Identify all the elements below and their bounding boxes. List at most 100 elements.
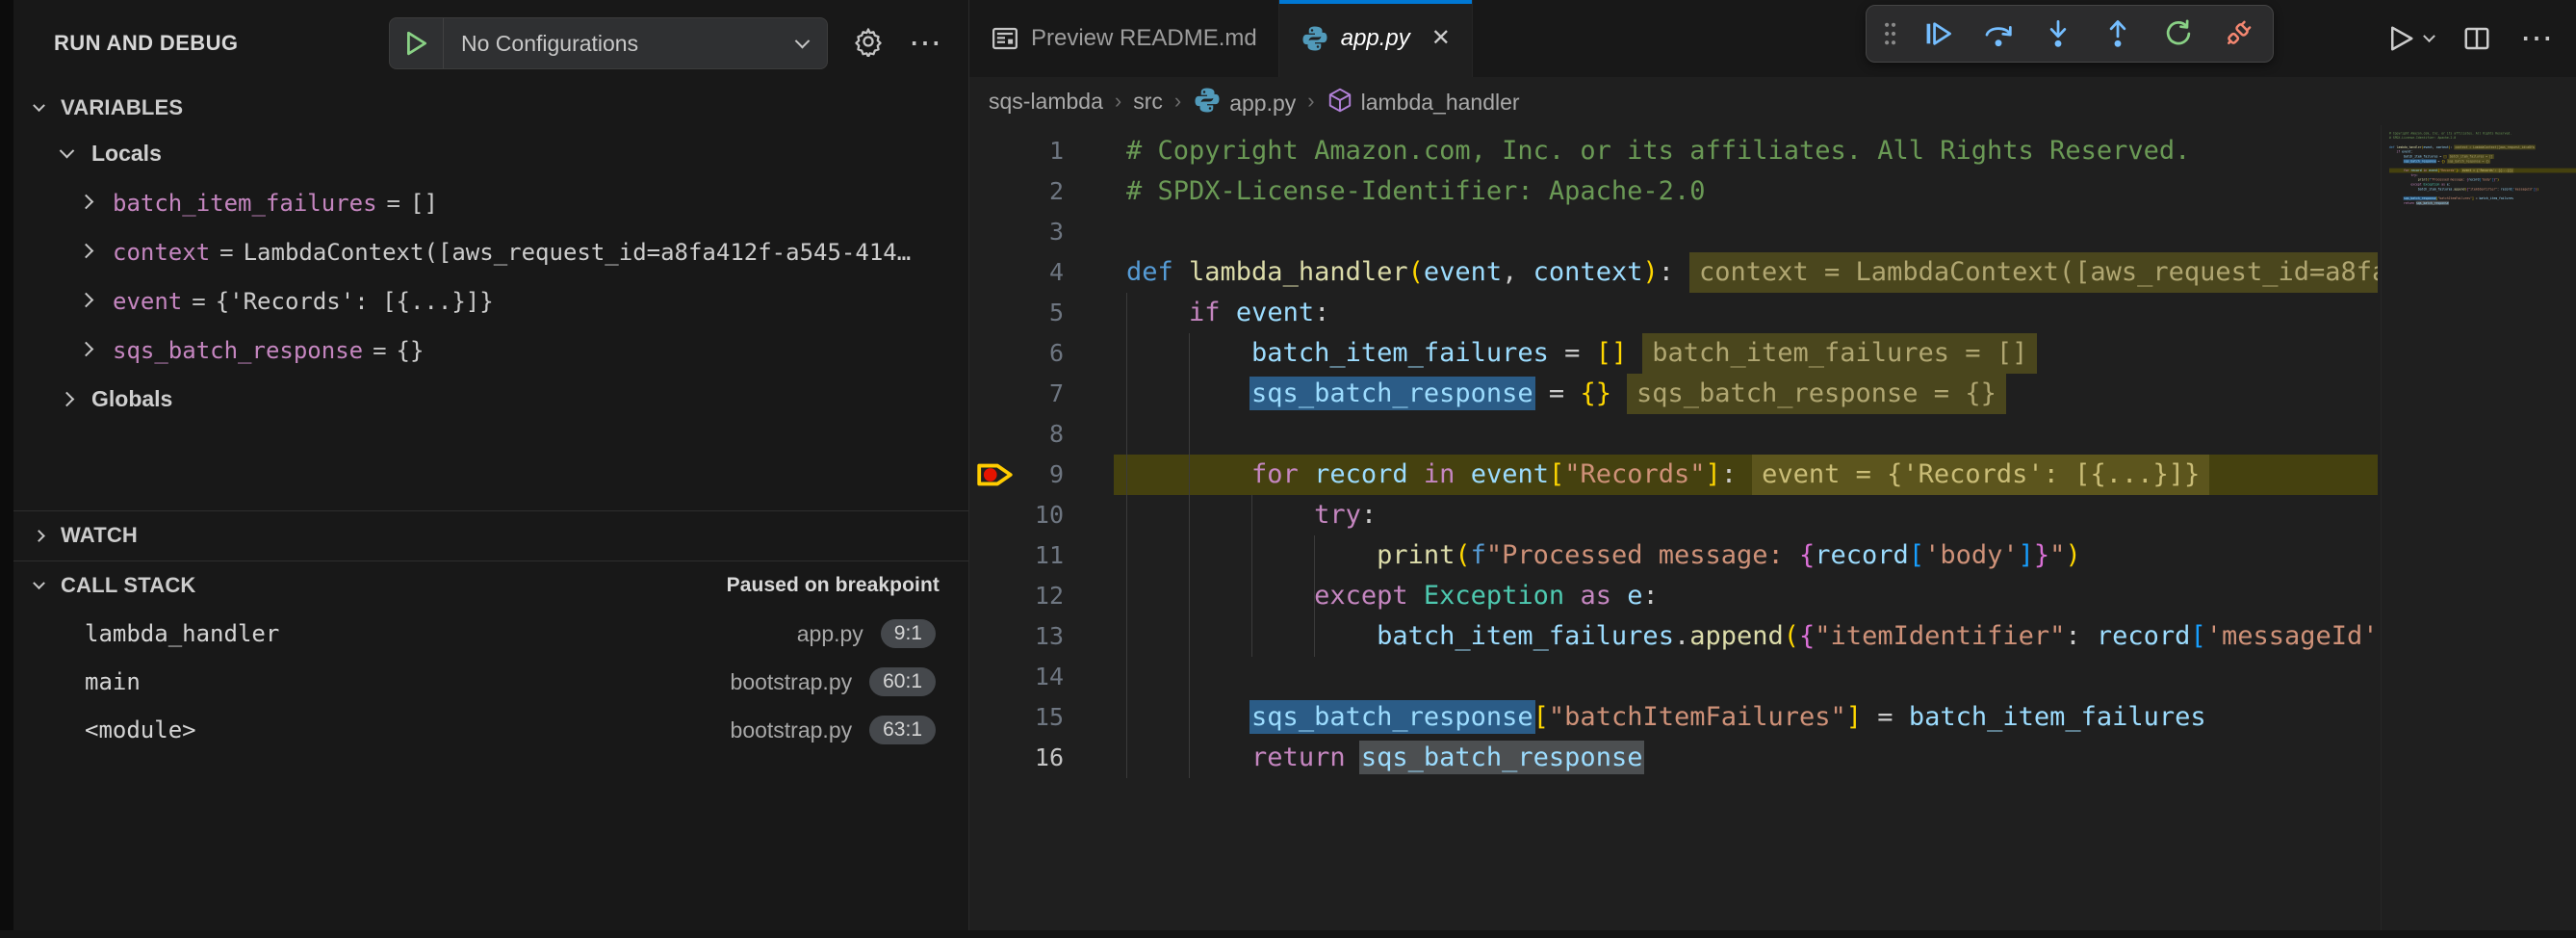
code-text[interactable]: [1114, 414, 2378, 455]
scope-globals[interactable]: Globals: [13, 375, 968, 424]
run-dropdown-chevron-icon[interactable]: [2423, 30, 2435, 42]
code-text[interactable]: print(f"Processed message: {record['body…: [1114, 535, 2378, 576]
line-number[interactable]: 9: [969, 455, 1114, 495]
line-number[interactable]: 14: [969, 657, 1114, 697]
code-text[interactable]: for record in event["Records"]:event = {…: [1114, 455, 2378, 495]
line-number[interactable]: 10: [969, 495, 1114, 535]
code-text[interactable]: except Exception as e:: [1114, 576, 2378, 616]
variable-row[interactable]: sqs_batch_response={}: [13, 326, 968, 375]
indent-guide: [1314, 535, 1315, 657]
close-icon[interactable]: ✕: [1431, 27, 1451, 50]
more-actions-icon[interactable]: ⋯: [2520, 19, 2553, 58]
window-edge-strip: [0, 0, 13, 938]
code-text[interactable]: # Copyright Amazon.com, Inc. or its affi…: [1114, 131, 2378, 171]
chevron-down-icon: [60, 143, 75, 159]
code-text[interactable]: [1114, 212, 2378, 252]
split-editor-button[interactable]: [2462, 24, 2491, 53]
more-actions-icon[interactable]: ⋯: [909, 34, 943, 53]
restart-icon[interactable]: [2159, 13, 2198, 55]
breadcrumb-item-app-py[interactable]: app.py: [1193, 86, 1296, 117]
indent-guide: [1251, 495, 1252, 657]
breadcrumb-item-src[interactable]: src: [1133, 89, 1163, 115]
breadcrumb: sqs-lambda›src› app.py› lambda_handler: [969, 77, 2576, 125]
disconnect-icon[interactable]: [2219, 13, 2257, 55]
code-line-14: 14: [969, 657, 2378, 697]
run-python-file-button[interactable]: [2386, 24, 2434, 53]
inline-debug-value: batch_item_failures = []: [1642, 333, 2037, 374]
line-number[interactable]: 12: [969, 576, 1114, 616]
step-into-icon[interactable]: [2039, 13, 2077, 55]
code-text[interactable]: [1114, 657, 2378, 697]
line-number[interactable]: 5: [969, 293, 1114, 333]
line-number[interactable]: 7: [969, 374, 1114, 414]
call-stack-frame[interactable]: mainbootstrap.py60:1: [13, 658, 968, 706]
line-number[interactable]: 2: [969, 171, 1114, 212]
code-line-12: 12 except Exception as e:: [969, 576, 2378, 616]
call-stack-frame[interactable]: <module>bootstrap.py63:1: [13, 706, 968, 754]
sidebar-header: RUN AND DEBUG No Configurations ⋯: [13, 0, 968, 87]
indent-guide: [1189, 333, 1190, 778]
continue-icon[interactable]: [1919, 13, 1957, 55]
frame-location-badge: 63:1: [869, 716, 936, 744]
code-text[interactable]: try:: [1114, 495, 2378, 535]
variables-section-header[interactable]: VARIABLES: [13, 87, 968, 129]
line-number[interactable]: 3: [969, 212, 1114, 252]
code-text[interactable]: if event:: [1114, 293, 2378, 333]
code-line-2: 2# SPDX-License-Identifier: Apache-2.0: [969, 171, 2378, 212]
code-line-1: 1# Copyright Amazon.com, Inc. or its aff…: [969, 131, 2378, 171]
variable-row[interactable]: context=LambdaContext([aws_request_id=a8…: [13, 227, 968, 276]
variable-row[interactable]: event={'Records': [{...}]}: [13, 276, 968, 326]
step-out-icon[interactable]: [2099, 13, 2137, 55]
code-line-10: 10 try:: [969, 495, 2378, 535]
scope-locals[interactable]: Locals: [13, 129, 968, 178]
watch-section-header[interactable]: WATCH: [13, 510, 968, 560]
paused-status-label: Paused on breakpoint: [727, 574, 940, 597]
python-icon: [1301, 24, 1329, 53]
frame-file: app.py: [797, 621, 863, 647]
code-text[interactable]: def lambda_handler(event, context):conte…: [1114, 252, 2378, 293]
debug-configuration-label: No Configurations: [444, 31, 797, 57]
line-number[interactable]: 16: [969, 738, 1114, 778]
start-debugging-icon[interactable]: [390, 18, 444, 68]
toolbar-drag-handle-icon[interactable]: [1882, 19, 1897, 48]
breadcrumb-item-sqs-lambda[interactable]: sqs-lambda: [989, 89, 1103, 115]
window-bottom-edge: [0, 930, 2576, 938]
code-text[interactable]: return sqs_batch_response: [1114, 738, 2378, 778]
code-line-3: 3: [969, 212, 2378, 252]
editor-group: Preview README.md app.py✕ ⋯ sqs-lambda›s…: [969, 0, 2576, 938]
debug-toolbar: [1866, 5, 2274, 63]
step-over-icon[interactable]: [1979, 13, 2018, 55]
code-text[interactable]: # SPDX-License-Identifier: Apache-2.0: [1114, 171, 2378, 212]
chevron-right-icon: [79, 342, 94, 357]
variable-name: batch_item_failures: [113, 190, 377, 217]
code-editor[interactable]: 1# Copyright Amazon.com, Inc. or its aff…: [969, 125, 2576, 938]
variable-row[interactable]: batch_item_failures=[]: [13, 178, 968, 227]
tab-app-py[interactable]: app.py✕: [1279, 0, 1473, 77]
code-line-4: 4def lambda_handler(event, context):cont…: [969, 252, 2378, 293]
code-text[interactable]: batch_item_failures = []batch_item_failu…: [1114, 333, 2378, 374]
locals-variable-rows: batch_item_failures=[]context=LambdaCont…: [13, 178, 968, 375]
debug-configuration-dropdown[interactable]: No Configurations: [389, 17, 828, 69]
chevron-down-icon[interactable]: [795, 33, 811, 48]
code-text[interactable]: sqs_batch_response["batchItemFailures"] …: [1114, 697, 2378, 738]
line-number[interactable]: 6: [969, 333, 1114, 374]
line-number[interactable]: 1: [969, 131, 1114, 171]
code-line-16: 16 return sqs_batch_response: [969, 738, 2378, 778]
variable-name: event: [113, 288, 182, 315]
line-number[interactable]: 11: [969, 535, 1114, 576]
tab-preview-readme-md[interactable]: Preview README.md: [969, 0, 1279, 77]
breadcrumb-item-lambda-handler[interactable]: lambda_handler: [1327, 87, 1520, 116]
gear-icon[interactable]: [853, 26, 884, 62]
tabs-container: Preview README.md app.py✕: [969, 0, 1473, 77]
vscode-window: RUN AND DEBUG No Configurations ⋯ VARIAB…: [0, 0, 2576, 938]
call-stack-section-header[interactable]: CALL STACK Paused on breakpoint: [13, 560, 968, 610]
line-number[interactable]: 15: [969, 697, 1114, 738]
line-number[interactable]: 8: [969, 414, 1114, 455]
frame-name: main: [85, 668, 141, 695]
line-number[interactable]: 13: [969, 616, 1114, 657]
code-text[interactable]: batch_item_failures.append({"itemIdentif…: [1114, 616, 2378, 657]
call-stack-frame[interactable]: lambda_handlerapp.py9:1: [13, 610, 968, 658]
code-text[interactable]: sqs_batch_response = {}sqs_batch_respons…: [1114, 374, 2378, 414]
line-number[interactable]: 4: [969, 252, 1114, 293]
minimap[interactable]: # Copyright Amazon.com, Inc. or its affi…: [2381, 125, 2576, 938]
